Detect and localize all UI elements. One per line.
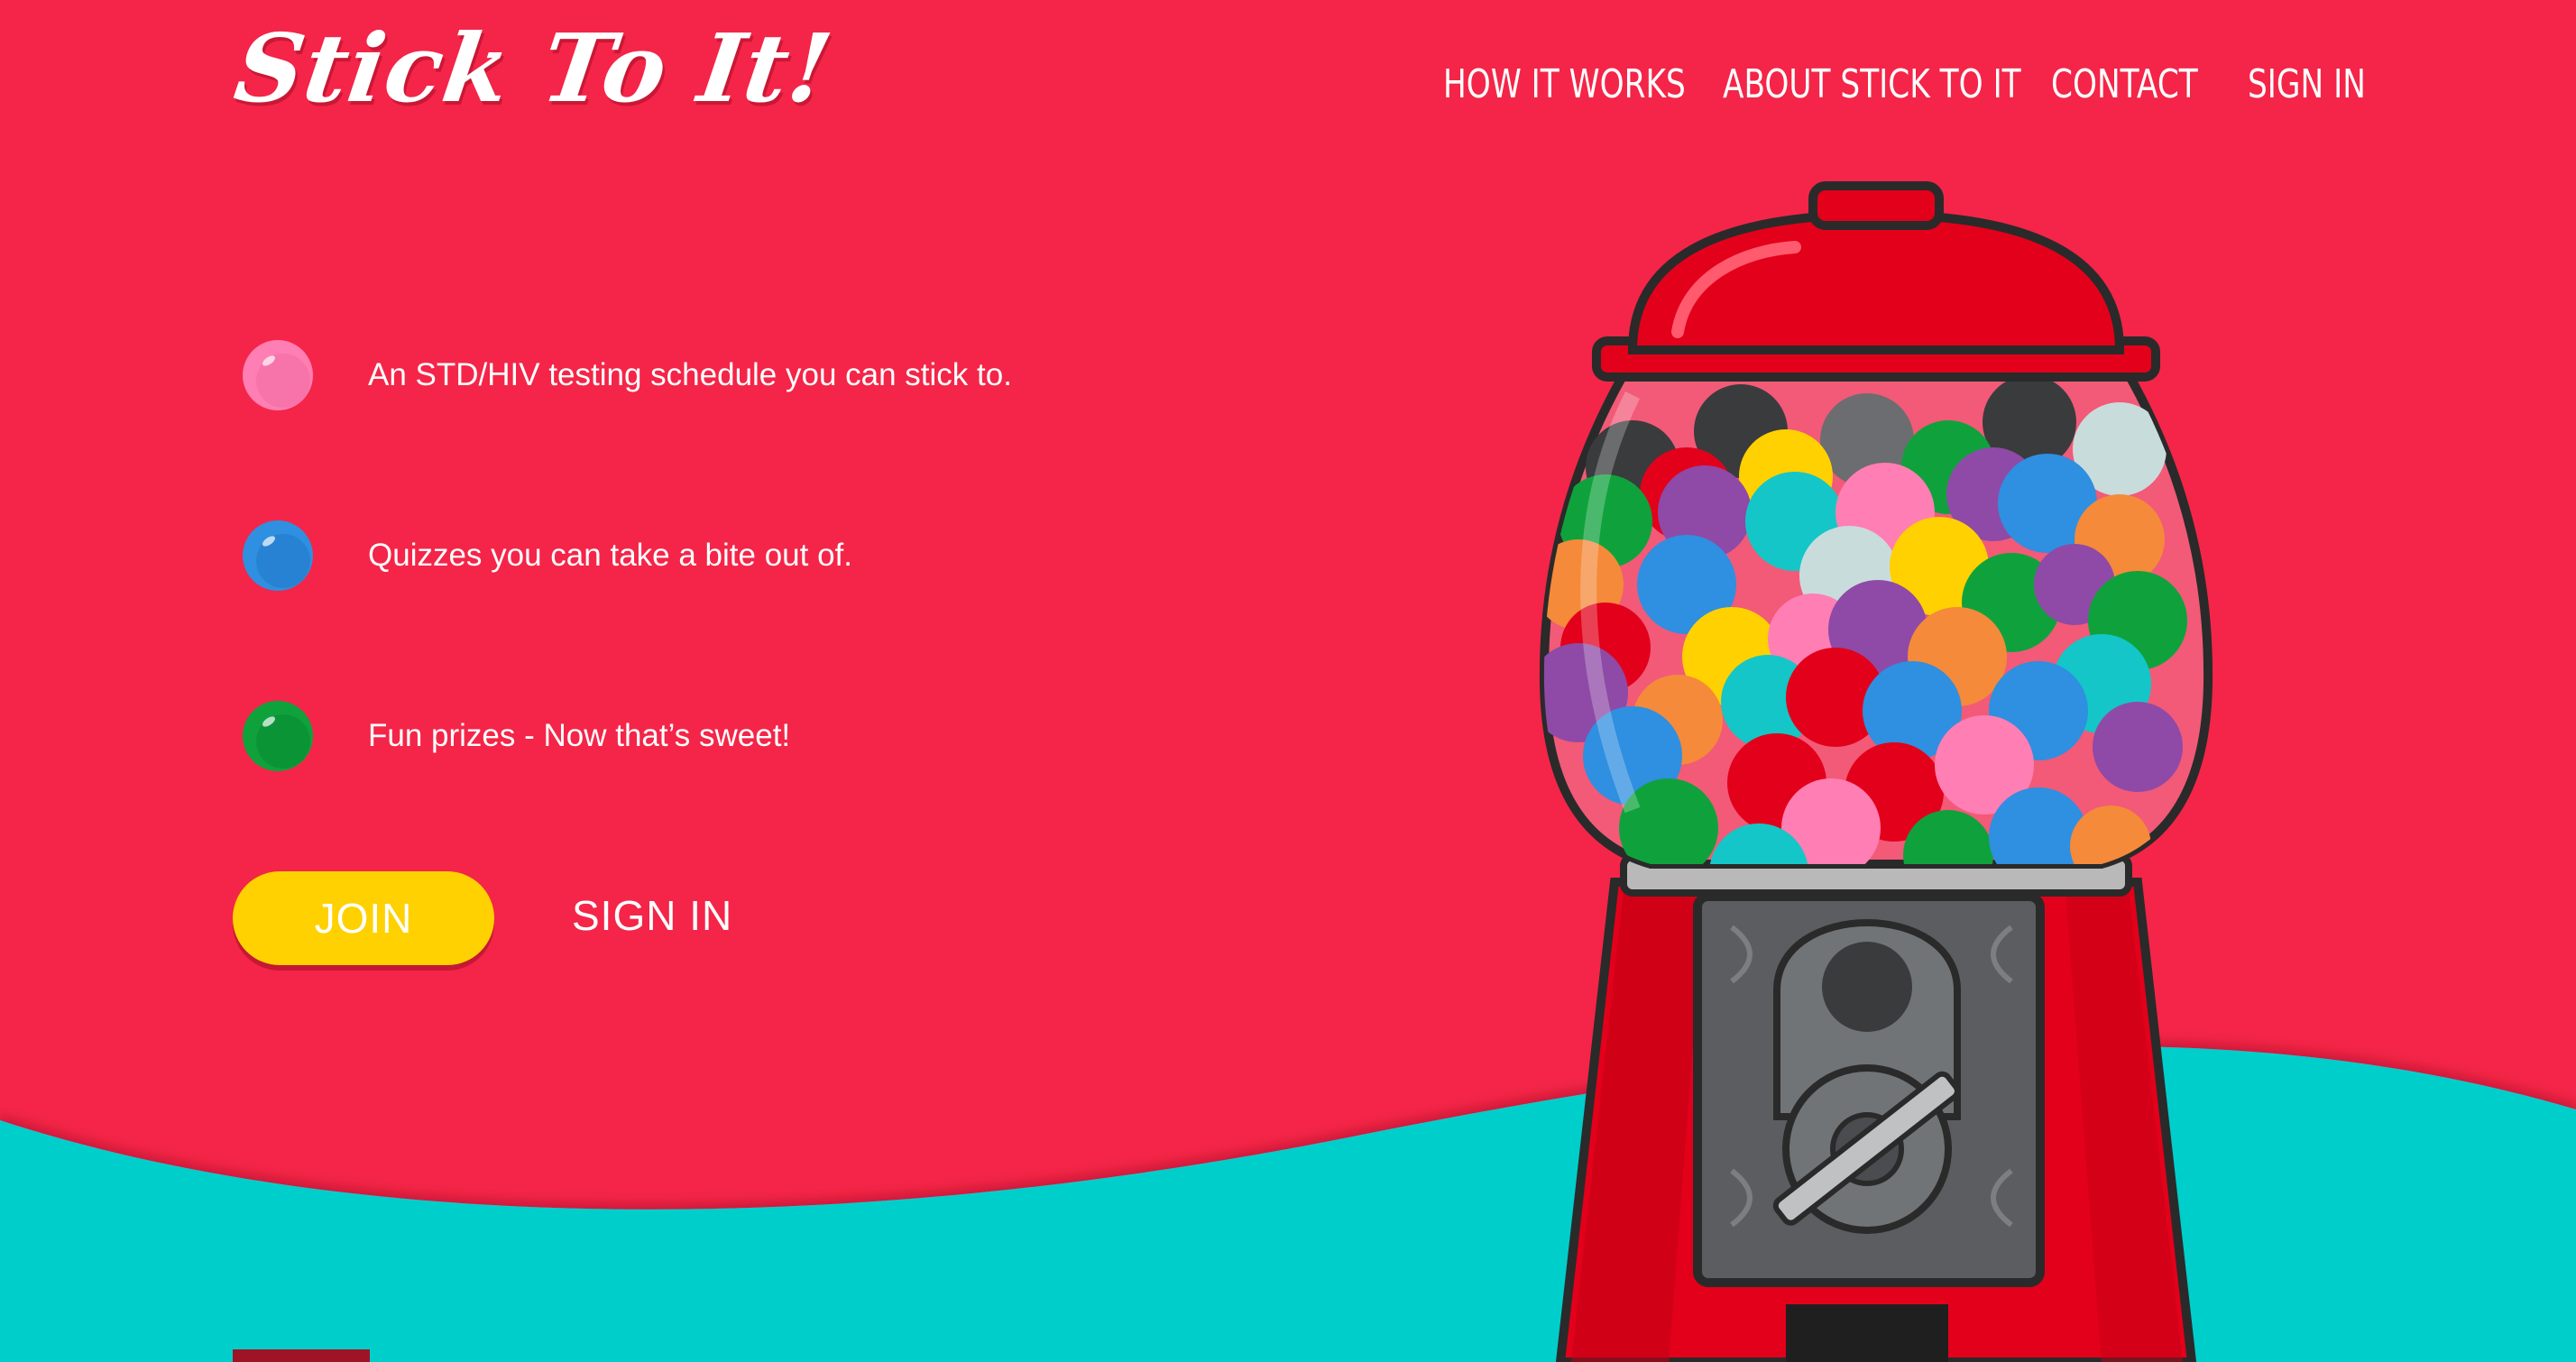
- feature-text: Fun prizes - Now that’s sweet!: [368, 718, 791, 753]
- pink-gumball-icon: [243, 340, 313, 410]
- blue-gumball-icon: [243, 520, 313, 591]
- feature-text: An STD/HIV testing schedule you can stic…: [368, 357, 1012, 392]
- nav-contact[interactable]: CONTACT: [2051, 61, 2198, 107]
- footer-badge: [233, 1349, 370, 1362]
- green-gumball-icon: [243, 701, 313, 771]
- nav-how-it-works[interactable]: HOW IT WORKS: [1443, 61, 1686, 107]
- nav-sign-in[interactable]: SIGN IN: [2248, 61, 2366, 107]
- nav-about[interactable]: ABOUT STICK TO IT: [1723, 61, 2021, 107]
- gumball-machine-illustration: [1539, 181, 2213, 1362]
- sign-in-link[interactable]: SIGN IN: [572, 891, 732, 940]
- landing-page: Stick To It! HOW IT WORKS ABOUT STICK TO…: [0, 0, 2576, 1362]
- join-button[interactable]: JOIN: [233, 871, 494, 965]
- top-nav: HOW IT WORKS ABOUT STICK TO IT CONTACT S…: [0, 61, 2576, 124]
- feature-text: Quizzes you can take a bite out of.: [368, 538, 852, 573]
